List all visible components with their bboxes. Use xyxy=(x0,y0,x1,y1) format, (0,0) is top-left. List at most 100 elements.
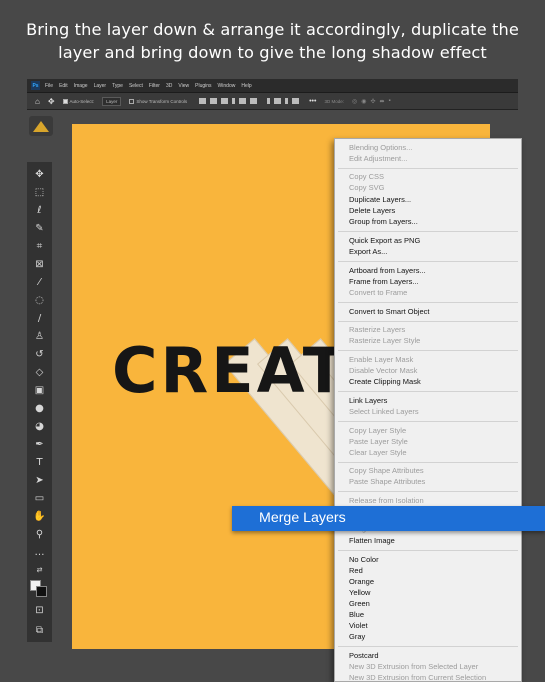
move-tool-icon[interactable]: ✥ xyxy=(33,168,46,181)
dodge-tool-icon[interactable]: ◕ xyxy=(33,420,46,433)
edit-toolbar-icon[interactable]: … xyxy=(33,546,46,559)
menu-image[interactable]: Image xyxy=(74,83,88,89)
path-select-tool-icon[interactable]: ➤ xyxy=(33,474,46,487)
align-center-icon[interactable] xyxy=(210,98,218,104)
healing-brush-tool-icon[interactable]: ◌ xyxy=(33,294,46,307)
menu-item-3d-extrusion-current-selection[interactable]: New 3D Extrusion from Current Selection xyxy=(349,672,486,681)
menu-item-color-green[interactable]: Green xyxy=(349,598,370,609)
marquee-tool-icon[interactable]: ⬚ xyxy=(33,186,46,199)
menu-separator xyxy=(338,391,518,392)
menu-item-color-blue[interactable]: Blue xyxy=(349,609,364,620)
menu-item-copy-layer-style[interactable]: Copy Layer Style xyxy=(349,425,406,436)
align-middle-icon[interactable] xyxy=(239,98,247,104)
menu-item-blending-options[interactable]: Blending Options... xyxy=(349,142,412,153)
menu-item-enable-layer-mask[interactable]: Enable Layer Mask xyxy=(349,354,413,365)
menu-item-3d-extrusion-selected-layer[interactable]: New 3D Extrusion from Selected Layer xyxy=(349,661,478,672)
menu-item-rasterize-layers[interactable]: Rasterize Layers xyxy=(349,324,405,335)
menu-select[interactable]: Select xyxy=(129,83,143,89)
align-right-icon[interactable] xyxy=(221,98,229,104)
home-icon[interactable]: ⌂ xyxy=(35,97,40,106)
menu-item-rasterize-layer-style[interactable]: Rasterize Layer Style xyxy=(349,335,420,346)
blur-tool-icon[interactable]: ● xyxy=(33,402,46,415)
auto-select-checkbox[interactable]: Auto-Select: xyxy=(62,98,94,104)
3d-rotate-icon[interactable]: ◎ xyxy=(352,98,357,105)
menu-item-copy-shape-attributes[interactable]: Copy Shape Attributes xyxy=(349,465,424,476)
eraser-tool-icon[interactable]: ◇ xyxy=(33,366,46,379)
menu-item-export-as[interactable]: Export As... xyxy=(349,246,387,257)
frame-tool-icon[interactable]: ⊠ xyxy=(33,258,46,271)
menu-item-color-none[interactable]: No Color xyxy=(349,554,379,565)
pen-tool-icon[interactable]: ✒ xyxy=(33,438,46,451)
menu-help[interactable]: Help xyxy=(241,83,251,89)
menu-item-convert-to-frame[interactable]: Convert to Frame xyxy=(349,287,407,298)
menu-item-flatten-image[interactable]: Flatten Image xyxy=(349,535,395,546)
menu-item-paste-layer-style[interactable]: Paste Layer Style xyxy=(349,436,408,447)
3d-pan-icon[interactable]: ✣ xyxy=(370,98,375,105)
menu-item-artboard-from-layers[interactable]: Artboard from Layers... xyxy=(349,265,426,276)
creat-text-layer[interactable]: CREAT xyxy=(112,336,348,406)
show-transform-checkbox[interactable]: Show Transform Controls xyxy=(129,98,187,104)
lasso-tool-icon[interactable]: ℓ xyxy=(33,204,46,217)
menu-item-delete-layers[interactable]: Delete Layers xyxy=(349,205,395,216)
distribute-top-icon[interactable] xyxy=(292,98,300,104)
screen-mode-icon[interactable]: ⧉ xyxy=(33,624,46,637)
distribute-left-icon[interactable] xyxy=(267,98,271,104)
3d-roll-icon[interactable]: ◉ xyxy=(361,98,366,105)
rectangle-tool-icon[interactable]: ▭ xyxy=(33,492,46,505)
menu-item-color-yellow[interactable]: Yellow xyxy=(349,587,370,598)
menu-item-copy-css[interactable]: Copy CSS xyxy=(349,171,384,182)
menu-item-convert-to-smart-object[interactable]: Convert to Smart Object xyxy=(349,306,429,317)
align-bottom-icon[interactable] xyxy=(250,98,258,104)
menu-item-create-clipping-mask[interactable]: Create Clipping Mask xyxy=(349,376,421,387)
menu-item-frame-from-layers[interactable]: Frame from Layers... xyxy=(349,276,419,287)
menu-item-paste-shape-attributes[interactable]: Paste Shape Attributes xyxy=(349,476,425,487)
menu-view[interactable]: View xyxy=(178,83,189,89)
layer-dropdown[interactable]: Layer xyxy=(102,96,122,106)
menu-item-select-linked-layers[interactable]: Select Linked Layers xyxy=(349,406,419,417)
menu-item-clear-layer-style[interactable]: Clear Layer Style xyxy=(349,447,407,458)
3d-scale-icon[interactable]: ▪ xyxy=(389,98,391,104)
gradient-tool-icon[interactable]: ▣ xyxy=(33,384,46,397)
crop-tool-icon[interactable]: ⌗ xyxy=(33,240,46,253)
menu-item-color-gray[interactable]: Gray xyxy=(349,631,365,642)
3d-slide-icon[interactable]: ⬌ xyxy=(380,98,385,105)
menu-item-duplicate-layers[interactable]: Duplicate Layers... xyxy=(349,194,411,205)
menu-3d[interactable]: 3D xyxy=(166,83,172,89)
menu-item-quick-export-png[interactable]: Quick Export as PNG xyxy=(349,235,420,246)
menu-edit[interactable]: Edit xyxy=(59,83,68,89)
type-tool-icon[interactable]: T xyxy=(33,456,46,469)
background-color-swatch[interactable] xyxy=(36,586,47,597)
menu-item-postcard[interactable]: Postcard xyxy=(349,650,379,661)
move-tool-icon[interactable]: ✥ xyxy=(48,97,55,106)
clone-stamp-tool-icon[interactable]: ♙ xyxy=(33,330,46,343)
menu-item-edit-adjustment[interactable]: Edit Adjustment... xyxy=(349,153,407,164)
menu-item-copy-svg[interactable]: Copy SVG xyxy=(349,182,384,193)
quick-select-tool-icon[interactable]: ✎ xyxy=(33,222,46,235)
menu-item-link-layers[interactable]: Link Layers xyxy=(349,395,387,406)
eyedropper-tool-icon[interactable]: ⁄ xyxy=(33,276,46,289)
brush-tool-icon[interactable]: / xyxy=(33,312,46,325)
history-brush-tool-icon[interactable]: ↺ xyxy=(33,348,46,361)
merge-layers-highlight[interactable]: Merge Layers xyxy=(232,506,545,531)
distribute-center-icon[interactable] xyxy=(274,98,282,104)
zoom-tool-icon[interactable]: ⚲ xyxy=(33,528,46,541)
menu-item-color-orange[interactable]: Orange xyxy=(349,576,374,587)
menu-plugins[interactable]: Plugins xyxy=(195,83,211,89)
menu-item-disable-vector-mask[interactable]: Disable Vector Mask xyxy=(349,365,417,376)
menu-item-color-red[interactable]: Red xyxy=(349,565,363,576)
align-left-icon[interactable] xyxy=(199,98,207,104)
align-top-icon[interactable] xyxy=(232,98,236,104)
quick-mask-icon[interactable]: ⊡ xyxy=(33,604,46,617)
menu-item-color-violet[interactable]: Violet xyxy=(349,620,368,631)
menu-window[interactable]: Window xyxy=(218,83,236,89)
menu-file[interactable]: File xyxy=(45,83,53,89)
menu-item-release-from-isolation[interactable]: Release from Isolation xyxy=(349,495,424,506)
more-options-icon[interactable]: ••• xyxy=(309,98,316,105)
menu-filter[interactable]: Filter xyxy=(149,83,160,89)
menu-layer[interactable]: Layer xyxy=(94,83,107,89)
distribute-right-icon[interactable] xyxy=(285,98,289,104)
hand-tool-icon[interactable]: ✋ xyxy=(33,510,46,523)
swap-colors-icon[interactable]: ⇄ xyxy=(33,564,46,577)
menu-type[interactable]: Type xyxy=(112,83,123,89)
menu-item-group-from-layers[interactable]: Group from Layers... xyxy=(349,216,418,227)
